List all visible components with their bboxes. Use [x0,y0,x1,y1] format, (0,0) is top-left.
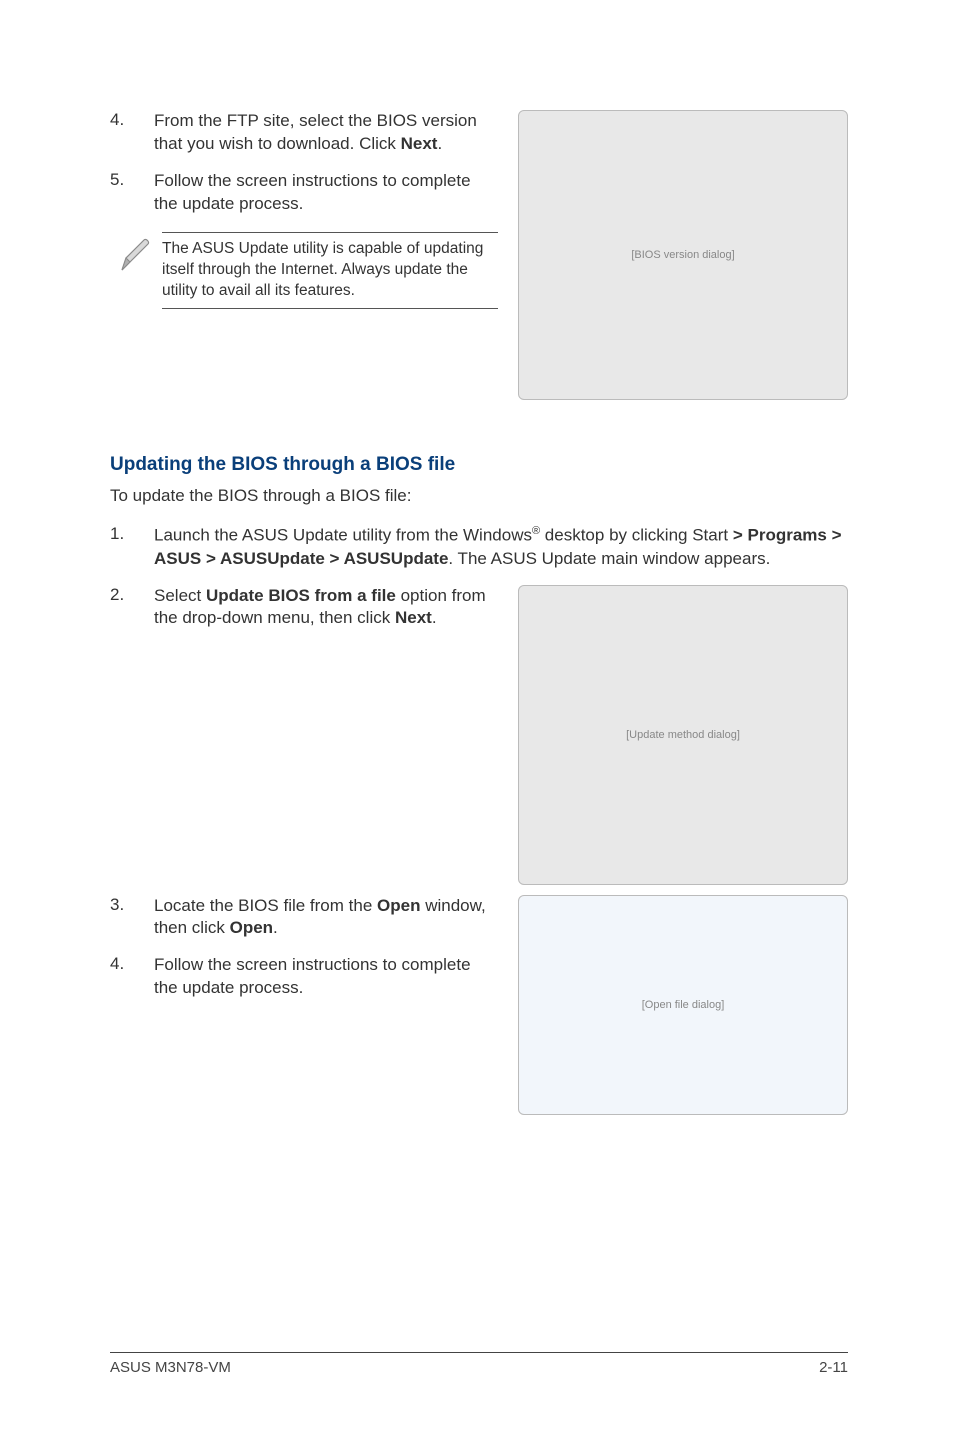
note-text: The ASUS Update utility is capable of up… [162,232,498,309]
steps-list-bottom: 3. Locate the BIOS file from the Open wi… [110,895,498,1001]
note-box: The ASUS Update utility is capable of up… [110,232,498,309]
footer-left: ASUS M3N78-VM [110,1359,231,1376]
step-2: 2. Select Update BIOS from a file option… [110,585,498,631]
step-text-post: . [273,918,278,937]
steps-list-top: 4. From the FTP site, select the BIOS ve… [110,110,498,216]
registered-mark: ® [532,525,540,537]
image-placeholder-label: [BIOS version dialog] [631,249,734,261]
step-text-bold: Open [377,896,420,915]
step-text: From the FTP site, select the BIOS versi… [154,110,498,156]
step-text-bold: Update BIOS from a file [206,586,396,605]
step-text: Select Update BIOS from a file option fr… [154,585,498,631]
step-number: 5. [110,170,154,216]
steps-list-step2: 2. Select Update BIOS from a file option… [110,585,498,631]
footer-right: 2-11 [819,1359,848,1376]
step-1: 1. Launch the ASUS Update utility from t… [110,524,848,571]
step-text: Locate the BIOS file from the Open windo… [154,895,498,941]
step-number: 3. [110,895,154,941]
step-text-bold2: Open [230,918,273,937]
step-text: Follow the screen instructions to comple… [154,954,498,1000]
image-placeholder-label: [Open file dialog] [642,999,725,1011]
step-text-post: . [432,608,437,627]
step-number: 4. [110,110,154,156]
step-5: 5. Follow the screen instructions to com… [110,170,498,216]
bios-version-dialog-image: [BIOS version dialog] [518,110,848,400]
section-heading: Updating the BIOS through a BIOS file [110,454,848,476]
step-text-post: . The ASUS Update main window appears. [448,549,770,568]
step-text-bold2: Next [395,608,432,627]
steps-list-mid: 1. Launch the ASUS Update utility from t… [110,524,848,571]
pencil-icon [110,232,162,276]
step-text-pre: Select [154,586,206,605]
open-file-dialog-image: [Open file dialog] [518,895,848,1115]
step-text-mid: desktop by clicking Start [540,526,733,545]
step-text-pre: Launch the ASUS Update utility from the … [154,526,532,545]
update-method-dialog-image: [Update method dialog] [518,585,848,885]
image-placeholder-label: [Update method dialog] [626,729,740,741]
step-number: 1. [110,524,154,571]
step-4: 4. From the FTP site, select the BIOS ve… [110,110,498,156]
step-number: 4. [110,954,154,1000]
section-lead: To update the BIOS through a BIOS file: [110,486,848,506]
step-number: 2. [110,585,154,631]
page-footer: ASUS M3N78-VM 2-11 [110,1352,848,1376]
step-text-pre: Locate the BIOS file from the [154,896,377,915]
step-text: Follow the screen instructions to comple… [154,170,498,216]
step-4b: 4. Follow the screen instructions to com… [110,954,498,1000]
step-text: Launch the ASUS Update utility from the … [154,524,848,571]
step-text-bold: Next [401,134,438,153]
step-3: 3. Locate the BIOS file from the Open wi… [110,895,498,941]
step-text-post: . [437,134,442,153]
